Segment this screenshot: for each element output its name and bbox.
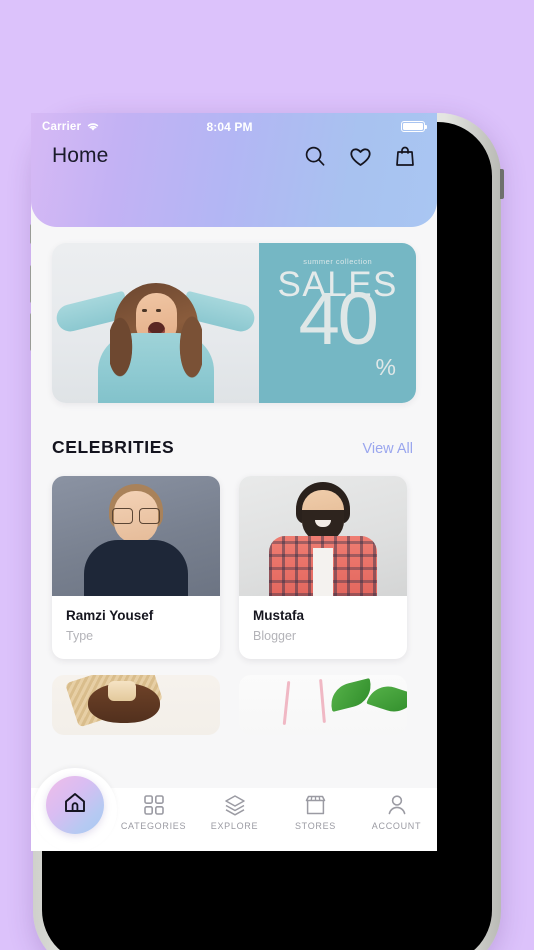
carrier-label: Carrier	[42, 120, 82, 133]
heart-icon[interactable]	[349, 146, 372, 167]
app-header: Carrier 8:04 PM Home	[31, 113, 437, 227]
power-button[interactable]	[500, 169, 504, 199]
status-bar-time: 8:04 PM	[206, 119, 253, 134]
home-icon	[62, 790, 88, 820]
celebrity-name: Ramzi Yousef	[66, 608, 154, 623]
store-icon	[304, 794, 327, 816]
tab-home-button[interactable]	[46, 776, 104, 834]
battery-full-icon	[401, 121, 428, 132]
banner-model-photo	[52, 243, 260, 403]
wifi-icon	[86, 121, 100, 132]
status-bar-right	[359, 121, 428, 132]
celebrity-type: Blogger	[253, 629, 297, 643]
tab-stores[interactable]: STORES	[275, 788, 356, 831]
tab-label-stores: STORES	[294, 821, 337, 831]
banner-percent-symbol: %	[375, 354, 396, 380]
tab-explore[interactable]: EXPLORE	[194, 788, 275, 831]
sale-banner[interactable]: summer collection SALES 40 %	[52, 243, 416, 403]
banner-discount-value: 40	[298, 277, 379, 361]
tab-categories[interactable]: CATEGORIES	[113, 788, 194, 831]
person-icon	[386, 794, 408, 816]
status-bar-left: Carrier	[42, 121, 100, 133]
tab-label-categories: CATEGORIES	[120, 821, 187, 831]
promo-banner-wrapper: summer collection SALES 40 %	[31, 227, 437, 403]
celebrity-name: Mustafa	[253, 608, 305, 623]
celebrities-section-header: CELEBRITIES View All	[31, 403, 437, 458]
product-card[interactable]	[239, 675, 407, 735]
main-content: summer collection SALES 40 % CELEBRITIES…	[31, 227, 437, 735]
tab-label-account: ACCOUNT	[371, 821, 422, 831]
tab-account[interactable]: ACCOUNT	[356, 788, 437, 831]
search-icon[interactable]	[304, 145, 326, 167]
layers-icon	[223, 794, 247, 816]
celebrity-info: Mustafa Blogger	[239, 596, 407, 659]
celebrity-card[interactable]: Ramzi Yousef Type	[52, 476, 220, 659]
product-card[interactable]	[52, 675, 220, 735]
celebrities-list: Ramzi Yousef Type Mustafa Blogger	[31, 458, 437, 659]
section-title-celebrities: CELEBRITIES	[52, 437, 175, 457]
celebrity-photo	[52, 476, 220, 596]
bottom-tab-bar: CATEGORIES EXPLORE STORES ACCOUNT	[31, 768, 437, 851]
celebrity-card[interactable]: Mustafa Blogger	[239, 476, 407, 659]
celebrity-info: Ramzi Yousef Type	[52, 596, 220, 659]
view-all-link[interactable]: View All	[362, 441, 413, 457]
navigation-bar: Home	[31, 135, 437, 168]
navigation-actions	[304, 145, 419, 167]
celebrity-photo	[239, 476, 407, 596]
tab-label-explore: EXPLORE	[210, 821, 259, 831]
page-title: Home	[52, 144, 109, 167]
banner-sale-panel: summer collection SALES 40 %	[259, 243, 416, 403]
grid-icon	[143, 794, 165, 816]
eyeglasses-icon	[112, 508, 160, 524]
status-bar: Carrier 8:04 PM	[31, 113, 437, 135]
product-preview-row	[31, 659, 437, 735]
app-screen: Carrier 8:04 PM Home summer collection S…	[31, 113, 437, 851]
shopping-bag-icon[interactable]	[395, 145, 415, 167]
celebrity-type: Type	[66, 629, 94, 643]
